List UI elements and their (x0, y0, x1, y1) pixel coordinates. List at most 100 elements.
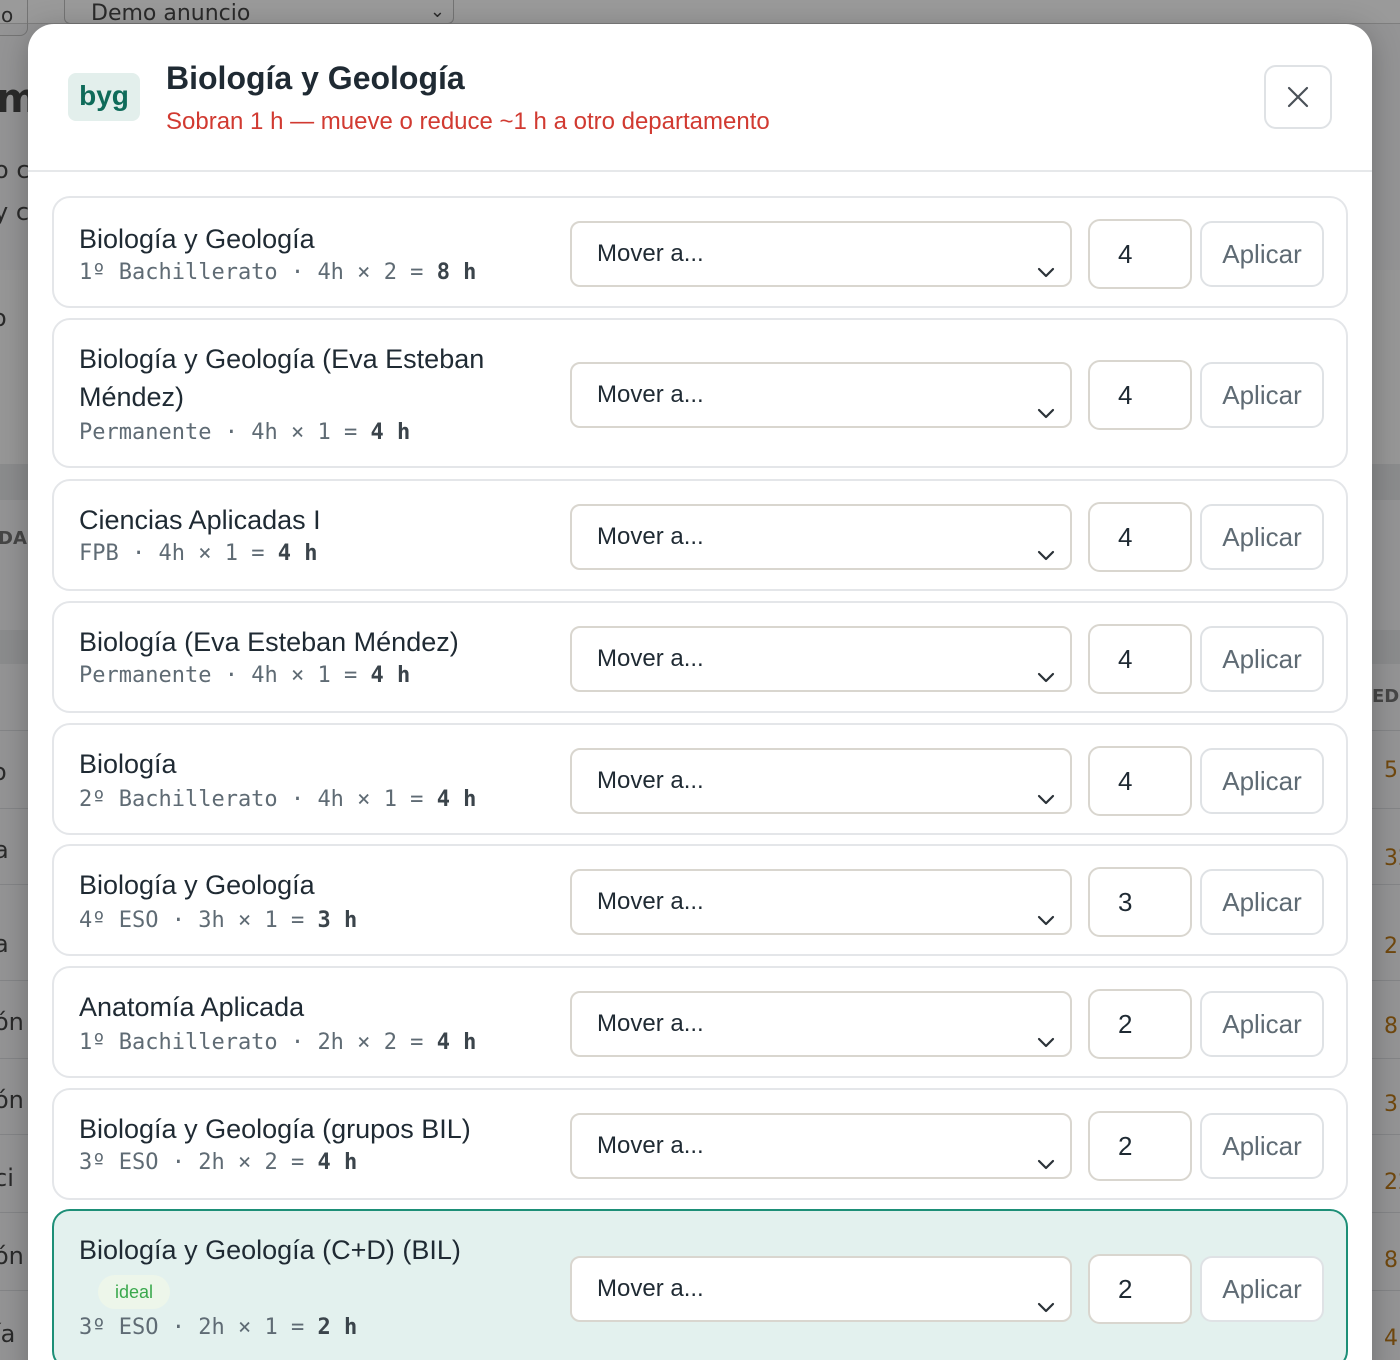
apply-button[interactable]: Aplicar (1200, 626, 1324, 692)
assignment-groups: 2 (383, 1030, 397, 1055)
apply-button[interactable]: Aplicar (1200, 1113, 1324, 1179)
hours-input[interactable]: 2 (1088, 1254, 1192, 1324)
hours-input[interactable]: 4 (1088, 746, 1192, 816)
chevron-down-icon (1037, 672, 1055, 683)
assignment-groups: 1 (264, 908, 278, 933)
assignment-level: 2º Bachillerato (79, 787, 278, 812)
assignment-hours: 2h (317, 1030, 344, 1055)
apply-button[interactable]: Aplicar (1200, 221, 1324, 287)
assignment-hours: 4h (251, 420, 278, 445)
assignment-total: 4 h (370, 663, 411, 688)
move-to-select[interactable]: Mover a... (570, 626, 1072, 692)
assignment-level: 3º ESO (79, 1315, 159, 1340)
assignment-total: 4 h (370, 420, 411, 445)
move-to-placeholder: Mover a... (597, 767, 704, 794)
assignment-level: 1º Bachillerato (79, 260, 278, 285)
hours-input[interactable]: 4 (1088, 360, 1192, 430)
move-to-placeholder: Mover a... (597, 645, 704, 672)
assignment-level: 1º Bachillerato (79, 1030, 278, 1055)
assignment-level: Permanente (79, 420, 212, 445)
move-to-select[interactable]: Mover a... (570, 991, 1072, 1057)
assignment-card: Ciencias Aplicadas I FPB · 4h × 1 = 4 h Mo… (52, 479, 1348, 591)
chevron-down-icon (1037, 408, 1055, 419)
assignment-title: Biología y Geología (79, 224, 315, 254)
assignment-level: FPB (79, 541, 119, 566)
assignment-meta: 3º ESO · 2h × 1 = 2 h (79, 1315, 358, 1340)
assignment-hours: 2h (198, 1315, 225, 1340)
hours-input[interactable]: 2 (1088, 989, 1192, 1059)
assignment-meta: Permanente · 4h × 1 = 4 h (79, 663, 411, 688)
assignment-card: Biología y Geología (grupos BIL) 3º ESO ·… (52, 1088, 1348, 1200)
assignment-meta: 4º ESO · 3h × 1 = 3 h (79, 908, 358, 933)
assignment-meta: Permanente · 4h × 1 = 4 h (79, 420, 411, 445)
move-to-placeholder: Mover a... (597, 523, 704, 550)
assignment-meta: 1º Bachillerato · 2h × 2 = 4 h (79, 1030, 477, 1055)
assignment-level: 3º ESO (79, 1150, 159, 1175)
assignment-meta: 2º Bachillerato · 4h × 1 = 4 h (79, 787, 477, 812)
apply-button[interactable]: Aplicar (1200, 748, 1324, 814)
assignment-groups: 1 (383, 787, 397, 812)
chevron-down-icon (1037, 1037, 1055, 1048)
assignment-card: Biología (Eva Esteban Méndez) Permanente … (52, 601, 1348, 713)
assignment-card: Biología y Geología (C+D) (BIL) ideal 3º E… (52, 1209, 1348, 1360)
chevron-down-icon (1037, 915, 1055, 926)
chevron-down-icon (1037, 1302, 1055, 1313)
assignment-hours: 4h (317, 787, 344, 812)
apply-button[interactable]: Aplicar (1200, 362, 1324, 428)
assignment-card: Biología y Geología 1º Bachillerato · 4h … (52, 196, 1348, 308)
close-icon (1287, 86, 1309, 108)
move-to-select[interactable]: Mover a... (570, 1113, 1072, 1179)
assignment-meta: 1º Bachillerato · 4h × 2 = 8 h (79, 260, 477, 285)
hours-input[interactable]: 3 (1088, 867, 1192, 937)
hours-input[interactable]: 4 (1088, 624, 1192, 694)
assignment-title: Biología y Geología (79, 870, 315, 900)
move-to-placeholder: Mover a... (597, 1275, 704, 1302)
hours-input[interactable]: 4 (1088, 219, 1192, 289)
ideal-tag: ideal (98, 1275, 170, 1309)
move-to-placeholder: Mover a... (597, 381, 704, 408)
move-to-select[interactable]: Mover a... (570, 362, 1072, 428)
assignment-total: 4 h (277, 541, 318, 566)
assignment-meta: 3º ESO · 2h × 2 = 4 h (79, 1150, 358, 1175)
move-to-select[interactable]: Mover a... (570, 504, 1072, 570)
chevron-down-icon (1037, 794, 1055, 805)
move-to-placeholder: Mover a... (597, 888, 704, 915)
modal-title: Biología y Geología (166, 60, 465, 96)
assignment-groups: 1 (317, 420, 331, 445)
close-button[interactable] (1264, 65, 1332, 129)
assignment-total: 4 h (317, 1150, 358, 1175)
move-to-select[interactable]: Mover a... (570, 748, 1072, 814)
assignment-card: Biología 2º Bachillerato · 4h × 1 = 4 h Mo… (52, 723, 1348, 835)
assignment-meta: FPB · 4h × 1 = 4 h (79, 541, 318, 566)
assignment-total: 3 h (317, 908, 358, 933)
assignment-hours: 4h (317, 260, 344, 285)
assignment-hours: 4h (251, 663, 278, 688)
apply-button[interactable]: Aplicar (1200, 504, 1324, 570)
assignment-hours: 3h (198, 908, 225, 933)
move-to-select[interactable]: Mover a... (570, 869, 1072, 935)
assignment-total: 8 h (436, 260, 477, 285)
move-to-placeholder: Mover a... (597, 1010, 704, 1037)
assignment-total: 2 h (317, 1315, 358, 1340)
assignment-groups: 1 (264, 1315, 278, 1340)
hours-warning: Sobran 1 h — mueve o reduce ~1 h a otro … (166, 108, 770, 135)
assignment-title: Biología (79, 749, 177, 779)
move-to-placeholder: Mover a... (597, 1132, 704, 1159)
hours-input[interactable]: 4 (1088, 502, 1192, 572)
apply-button[interactable]: Aplicar (1200, 869, 1324, 935)
assignment-groups: 2 (383, 260, 397, 285)
assignment-hours: 2h (198, 1150, 225, 1175)
move-to-placeholder: Mover a... (597, 240, 704, 267)
department-modal: byg Biología y Geología Sobran 1 h — mue… (28, 24, 1372, 1360)
assignment-card: Anatomía Aplicada 1º Bachillerato · 2h × … (52, 966, 1348, 1078)
move-to-select[interactable]: Mover a... (570, 221, 1072, 287)
move-to-select[interactable]: Mover a... (570, 1256, 1072, 1322)
apply-button[interactable]: Aplicar (1200, 991, 1324, 1057)
assignment-title: Anatomía Aplicada (79, 992, 305, 1022)
chevron-down-icon (1037, 1159, 1055, 1170)
assignment-title: Ciencias Aplicadas I (79, 505, 321, 535)
modal-header: byg Biología y Geología Sobran 1 h — mue… (28, 24, 1372, 172)
apply-button[interactable]: Aplicar (1200, 1256, 1324, 1322)
assignment-level: Permanente (79, 663, 212, 688)
hours-input[interactable]: 2 (1088, 1111, 1192, 1181)
